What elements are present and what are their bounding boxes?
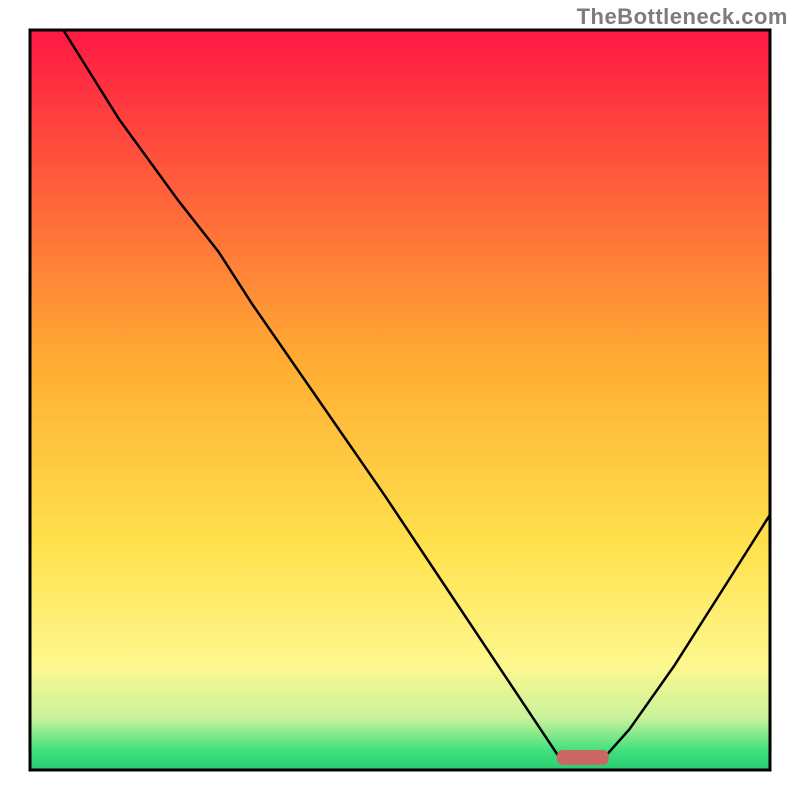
optimal-marker <box>557 750 609 765</box>
bottleneck-chart <box>0 0 800 800</box>
chart-background <box>30 30 770 770</box>
watermark-text: TheBottleneck.com <box>577 4 788 30</box>
chart-stage: TheBottleneck.com <box>0 0 800 800</box>
